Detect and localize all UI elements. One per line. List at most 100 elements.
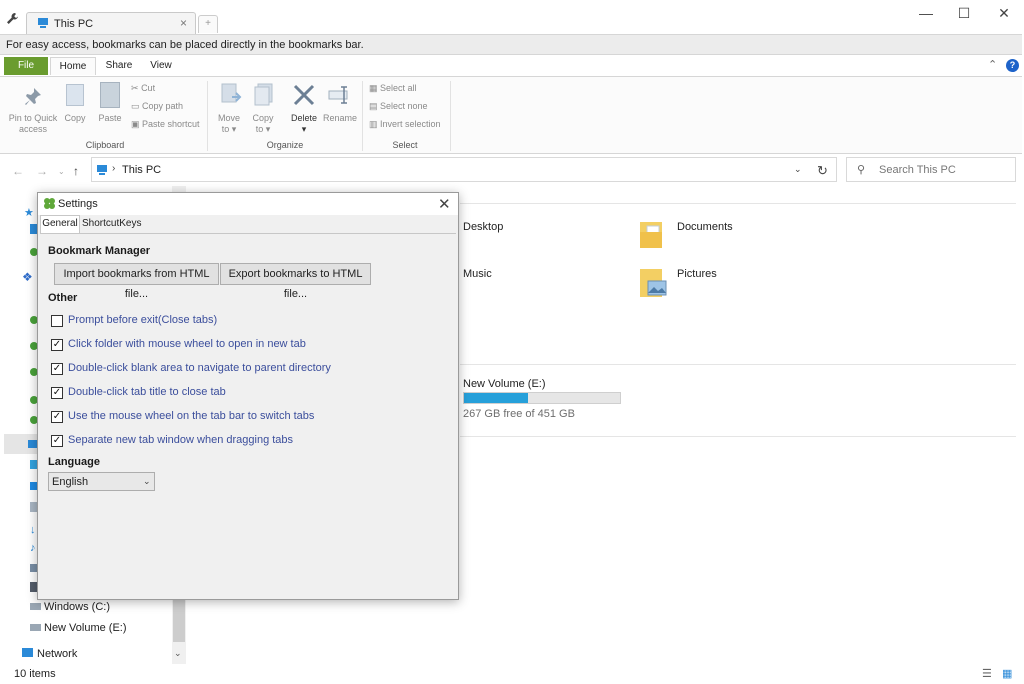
export-bookmarks-button[interactable]: Export bookmarks to HTML file... <box>220 263 371 300</box>
organize-group-label: Organize <box>266 140 304 150</box>
language-select[interactable]: English ⌄ <box>48 472 155 491</box>
select-none-button[interactable]: ▤ Select none <box>369 101 428 112</box>
search-input[interactable]: Search This PC <box>879 164 956 176</box>
close-icon[interactable]: ✕ <box>438 195 451 213</box>
nav-item-new-volume-e[interactable]: New Volume (E:) <box>30 622 127 634</box>
import-bookmarks-button[interactable]: Import bookmarks from HTML file... <box>54 263 219 300</box>
minimize-button[interactable]: — <box>906 4 946 22</box>
downloads-icon[interactable] <box>30 224 37 234</box>
folder-music[interactable]: Music <box>463 268 492 280</box>
pictures-folder-icon[interactable] <box>640 265 667 297</box>
maximize-button[interactable]: ☐ <box>944 4 984 22</box>
paste-shortcut-button[interactable]: ▣ Paste shortcut <box>131 119 200 130</box>
folder-documents[interactable]: Documents <box>677 221 733 233</box>
nav-item-label: Windows (C:) <box>44 601 111 613</box>
tab-label: This PC <box>54 18 94 30</box>
downloads-arrow-icon[interactable]: ↓ <box>30 524 36 536</box>
delete-label-2: ▾ <box>301 124 307 134</box>
cut-label: Cut <box>141 83 156 93</box>
pin-to-quick-access-button[interactable]: Pin to Quick access <box>6 113 60 135</box>
drive-icon <box>30 603 41 610</box>
documents-folder-icon[interactable] <box>640 218 662 248</box>
chevron-down-icon[interactable]: ⌄ <box>143 476 151 487</box>
option-checkbox[interactable]: ✓ <box>51 363 63 375</box>
rename-button[interactable]: Rename <box>322 113 358 124</box>
ribbon-separator <box>362 81 363 151</box>
copy-to-button[interactable]: Copy to ▾ <box>248 113 278 135</box>
large-icons-view-icon[interactable]: ▦ <box>1002 667 1012 680</box>
option-label: Separate new tab window when dragging ta… <box>68 434 294 446</box>
nav-item-network[interactable]: Network <box>22 648 77 660</box>
chevron-up-icon[interactable]: ⌃ <box>988 58 997 71</box>
select-all-button[interactable]: ▦ Select all <box>369 83 417 94</box>
nav-item-label: New Volume (E:) <box>44 622 127 634</box>
status-bar: 10 items ☰ ▦ <box>0 664 1024 684</box>
tab-close-icon[interactable]: × <box>180 16 187 30</box>
new-tab-button[interactable]: + <box>198 15 218 33</box>
scroll-down-icon[interactable]: ⌄ <box>174 648 182 659</box>
pin-label-1: Pin to Quick <box>8 113 58 123</box>
option-label: Use the mouse wheel on the tab bar to sw… <box>68 410 315 422</box>
chevron-down-icon[interactable]: ⌄ <box>794 164 802 175</box>
chevron-right-icon[interactable]: › <box>112 163 115 174</box>
wrench-icon[interactable] <box>6 12 20 26</box>
back-arrow-icon[interactable]: ← <box>12 164 24 178</box>
tab-general[interactable]: General <box>40 215 80 233</box>
invert-selection-button[interactable]: ▥ Invert selection <box>369 119 441 130</box>
folder-pictures[interactable]: Pictures <box>677 268 717 280</box>
paste-button[interactable]: Paste <box>96 113 124 124</box>
option-checkbox[interactable]: ✓ <box>51 435 63 447</box>
tab-shortcut-keys[interactable]: ShortcutKeys <box>82 216 141 232</box>
recent-dropdown-icon[interactable]: ⌄ <box>58 167 65 176</box>
select-group-label: Select <box>392 140 418 150</box>
help-icon[interactable]: ? <box>1006 59 1019 72</box>
delete-button[interactable]: Delete ▾ <box>288 113 320 135</box>
dropbox-icon[interactable]: ❖ <box>22 270 33 284</box>
folder-desktop[interactable]: Desktop <box>463 221 503 233</box>
nav-scrollbar-thumb[interactable] <box>173 600 185 642</box>
tab-view[interactable]: View <box>142 57 180 75</box>
ribbon-separator <box>207 81 208 151</box>
other-heading: Other <box>48 292 78 304</box>
tab-file[interactable]: File <box>4 57 48 75</box>
paste-icon <box>100 82 120 108</box>
details-view-icon[interactable]: ☰ <box>982 667 992 680</box>
move-to-button[interactable]: Move to ▾ <box>214 113 244 135</box>
forward-arrow-icon[interactable]: → <box>36 164 48 178</box>
bookmark-bar: For easy access, bookmarks can be placed… <box>0 34 1022 55</box>
address-bar[interactable]: › This PC ⌄ <box>91 157 837 182</box>
drive-icon <box>30 624 41 631</box>
paste-shortcut-label: Paste shortcut <box>142 119 200 129</box>
option-checkbox[interactable]: ✓ <box>51 411 63 423</box>
address-path[interactable]: This PC <box>122 164 161 176</box>
option-checkbox[interactable]: ✓ <box>51 339 63 351</box>
option-label: Click folder with mouse wheel to open in… <box>68 338 306 350</box>
language-value: English <box>52 476 89 488</box>
settings-clover-icon <box>43 197 55 209</box>
up-arrow-icon[interactable]: ↑ <box>73 164 79 178</box>
option-checkbox[interactable]: ✓ <box>51 387 63 399</box>
drive-new-volume-e[interactable]: New Volume (E:) <box>463 378 546 390</box>
tab-this-pc[interactable]: This PC × <box>26 12 196 34</box>
tab-share[interactable]: Share <box>100 57 138 75</box>
close-button[interactable]: ✕ <box>984 4 1024 22</box>
search-box[interactable]: ⚲ Search This PC <box>846 157 1016 182</box>
copy-path-button[interactable]: ▭ Copy path <box>131 101 183 112</box>
option-checkbox[interactable] <box>51 315 63 327</box>
paste-shortcut-icon: ▣ <box>131 119 140 129</box>
quick-access-star-icon[interactable]: ★ <box>24 206 34 219</box>
select-none-icon: ▤ <box>369 101 378 111</box>
music-note-icon[interactable]: ♪ <box>30 542 36 554</box>
copy-button[interactable]: Copy <box>60 113 90 124</box>
search-icon: ⚲ <box>857 164 866 176</box>
move-label-2: to ▾ <box>221 124 237 134</box>
nav-item-windows-c[interactable]: Windows (C:) <box>30 601 110 613</box>
refresh-icon[interactable]: ↻ <box>817 163 828 179</box>
tab-home[interactable]: Home <box>50 57 96 75</box>
clipboard-group-label: Clipboard <box>85 140 125 150</box>
invert-selection-label: Invert selection <box>380 119 441 129</box>
cut-button[interactable]: ✂ Cut <box>131 83 155 94</box>
bookmark-bar-hint: For easy access, bookmarks can be placed… <box>6 39 364 51</box>
rename-icon <box>328 85 352 108</box>
ribbon: Pin to Quick access Copy Paste ✂ Cut ▭ C… <box>0 76 1022 154</box>
